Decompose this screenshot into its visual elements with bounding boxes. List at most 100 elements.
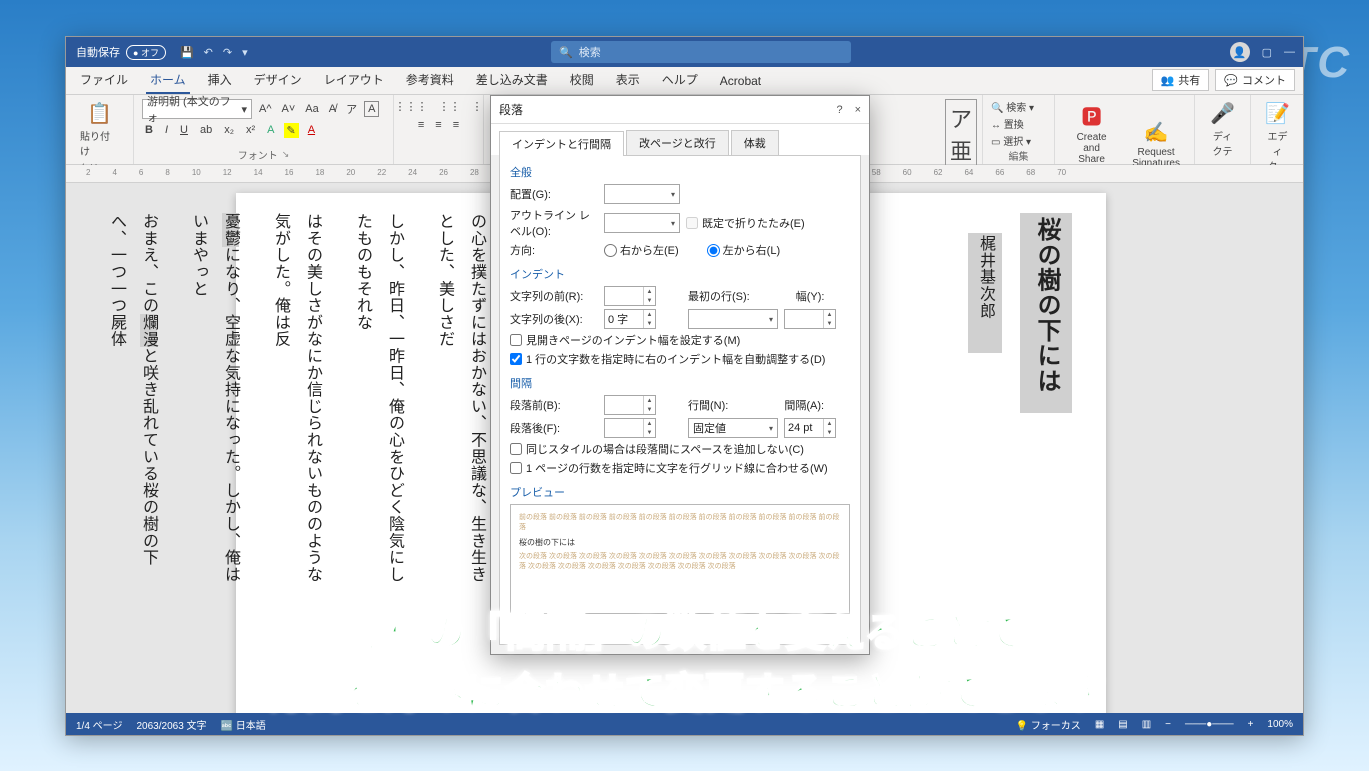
change-case-button[interactable]: Aa xyxy=(302,102,321,116)
tab-acrobat[interactable]: Acrobat xyxy=(716,70,765,94)
tab-review[interactable]: 校閲 xyxy=(566,67,598,94)
strike-button[interactable]: ab xyxy=(197,123,215,138)
bold-button[interactable]: B xyxy=(142,123,156,138)
ribbon-group-styles: ア亜 xyxy=(937,95,983,164)
phonetic-button[interactable]: ア xyxy=(343,100,360,118)
adobe-sign-button[interactable]: ✍Request Signatures xyxy=(1126,118,1186,171)
tab-file[interactable]: ファイル xyxy=(76,67,132,94)
status-page[interactable]: 1/4 ページ xyxy=(76,717,122,732)
dialog-titlebar[interactable]: 段落 ? × xyxy=(491,96,869,124)
zoom-in-button[interactable]: + xyxy=(1248,719,1254,730)
caption-line-1: 先程の「間隔」の数値を変えることで xyxy=(0,600,1369,658)
caption-line-2: 行間を好みに合わせて変更することができます xyxy=(0,660,1369,718)
dialog-tab-asian[interactable]: 体裁 xyxy=(731,130,779,155)
fold-checkbox[interactable]: 既定で折りたたみ(E) xyxy=(686,215,805,231)
indent-after-spin[interactable]: 0 字▲▼ xyxy=(604,309,656,329)
indent-before-spin[interactable]: ▲▼ xyxy=(604,286,656,306)
align-right-button[interactable]: ≡ xyxy=(450,118,462,132)
tab-design[interactable]: デザイン xyxy=(250,67,306,94)
editor-button[interactable]: 📝エディ ター xyxy=(1259,99,1296,175)
spacing-before-spin[interactable]: ▲▼ xyxy=(604,395,656,415)
highlight-button[interactable]: ✎ xyxy=(284,123,299,138)
dialog-body: 全般 配置(G): ▾ アウトライン レベル(O): ▾ 既定で折りたたみ(E)… xyxy=(499,155,861,645)
redo-icon[interactable]: ↷ xyxy=(223,46,232,59)
styles-icon[interactable]: ア亜 xyxy=(945,99,977,169)
font-name-combo[interactable]: 游明朝 (本文のフォ▾ xyxy=(142,99,252,119)
auto-indent-checkbox[interactable]: 1 行の文字数を指定時に右のインデント幅を自動調整する(D) xyxy=(510,351,850,367)
line-spacing-combo[interactable]: 固定値▾ xyxy=(688,418,778,438)
status-wordcount[interactable]: 2063/2063 文字 xyxy=(136,717,206,732)
save-icon[interactable]: 💾 xyxy=(180,46,194,59)
line-spacing-label: 行間(N): xyxy=(688,397,728,413)
subscript-button[interactable]: x₂ xyxy=(221,123,237,138)
ribbon-group-adobe: 🅿Create and Share Adobe PDF ✍Request Sig… xyxy=(1055,95,1195,164)
font-shrink-button[interactable]: A˅ xyxy=(279,102,299,116)
enclose-button[interactable]: A xyxy=(364,101,379,117)
undo-icon[interactable]: ↶ xyxy=(204,46,213,59)
tab-references[interactable]: 参考資料 xyxy=(402,67,458,94)
mirror-indent-checkbox[interactable]: 見開きページのインデント幅を設定する(M) xyxy=(510,332,850,348)
underline-button[interactable]: U xyxy=(177,123,191,138)
superscript-button[interactable]: x² xyxy=(243,123,258,138)
search-box[interactable]: 🔍 検索 xyxy=(551,41,851,63)
font-grow-button[interactable]: A^ xyxy=(256,102,275,116)
tab-home[interactable]: ホーム xyxy=(146,67,190,94)
pdf-icon: 🅿 xyxy=(1082,101,1102,130)
autosave-toggle[interactable]: 自動保存 ● オフ xyxy=(76,44,166,60)
tab-mailings[interactable]: 差し込み文書 xyxy=(472,67,552,94)
spacing-after-spin[interactable]: ▲▼ xyxy=(604,418,656,438)
tab-help[interactable]: ヘルプ xyxy=(658,67,702,94)
snap-grid-checkbox[interactable]: 1 ページの行数を指定時に文字を行グリッド線に合わせる(W) xyxy=(510,460,850,476)
firstline-width-spin[interactable]: ▲▼ xyxy=(784,309,836,329)
text-effects-button[interactable]: A xyxy=(264,123,277,138)
minimize-button[interactable]: — xyxy=(1284,46,1295,58)
font-color-button[interactable]: A xyxy=(305,123,318,138)
view-print-icon[interactable]: ▤ xyxy=(1118,719,1127,730)
spacing-at-spin[interactable]: 24 pt▲▼ xyxy=(784,418,836,438)
ltr-radio[interactable]: 左から右(L) xyxy=(707,242,780,258)
italic-button[interactable]: I xyxy=(162,123,171,138)
replace-button[interactable]: ↔ 置換 xyxy=(991,116,1024,131)
user-avatar[interactable]: 👤 xyxy=(1230,42,1250,62)
indent-after-label: 文字列の後(X): xyxy=(510,311,598,327)
view-web-icon[interactable]: ▥ xyxy=(1142,719,1151,730)
dialog-help-button[interactable]: ? xyxy=(836,104,842,116)
bullets-button[interactable]: ⋮⋮⋮ xyxy=(392,99,431,114)
zoom-slider[interactable]: ───●─── xyxy=(1185,719,1234,730)
section-general-header: 全般 xyxy=(510,164,850,180)
share-button[interactable]: 👥共有 xyxy=(1152,69,1210,91)
zoom-value[interactable]: 100% xyxy=(1267,719,1293,730)
view-read-icon[interactable]: ▦ xyxy=(1095,719,1104,730)
dialog-close-button[interactable]: × xyxy=(855,104,861,116)
align-center-button[interactable]: ≡ xyxy=(432,118,444,132)
editor-icon: 📝 xyxy=(1265,101,1290,126)
firstline-combo[interactable]: ▾ xyxy=(688,309,778,329)
alignment-combo[interactable]: ▾ xyxy=(604,184,680,204)
font-launcher-icon[interactable]: ↘ xyxy=(282,149,290,160)
select-button[interactable]: ▭ 選択 ▾ xyxy=(991,133,1031,148)
outline-combo[interactable]: ▾ xyxy=(604,213,680,233)
dialog-tab-pagebreak[interactable]: 改ページと改行 xyxy=(626,130,729,155)
indent-width-label: 幅(Y): xyxy=(796,288,825,304)
find-button[interactable]: 🔍 検索 ▾ xyxy=(991,99,1034,114)
comments-button[interactable]: 💬コメント xyxy=(1215,69,1295,91)
doc-title-text: 桜の樹の下には xyxy=(1020,213,1072,413)
status-focus[interactable]: 💡 フォーカス xyxy=(1016,717,1081,732)
tab-insert[interactable]: 挿入 xyxy=(204,67,236,94)
tab-view[interactable]: 表示 xyxy=(612,67,644,94)
qat-dropdown-icon[interactable]: ▾ xyxy=(242,46,248,59)
paste-button[interactable]: 📋貼り付け xyxy=(74,99,125,160)
dialog-tab-indent[interactable]: インデントと行間隔 xyxy=(499,131,624,156)
ribbon-options-icon[interactable]: ▢ xyxy=(1262,46,1272,59)
status-language[interactable]: 🔤 日本語 xyxy=(221,717,266,732)
multilevel-button[interactable]: ⋮ xyxy=(469,99,486,114)
tab-layout[interactable]: レイアウト xyxy=(320,67,388,94)
ribbon-group-clipboard: 📋貼り付け クリップボード↘ xyxy=(66,95,134,164)
rtl-radio[interactable]: 右から左(E) xyxy=(604,242,679,258)
align-left-button[interactable]: ≡ xyxy=(415,118,427,132)
clear-format-button[interactable]: A̸ xyxy=(326,102,339,116)
no-same-style-checkbox[interactable]: 同じスタイルの場合は段落間にスペースを追加しない(C) xyxy=(510,441,850,457)
zoom-out-button[interactable]: − xyxy=(1165,719,1171,730)
numbering-button[interactable]: ⋮⋮ xyxy=(436,99,464,114)
ribbon-group-paragraph: ⋮⋮⋮ ⋮⋮ ⋮ ≡ ≡ ≡ xyxy=(394,95,484,164)
